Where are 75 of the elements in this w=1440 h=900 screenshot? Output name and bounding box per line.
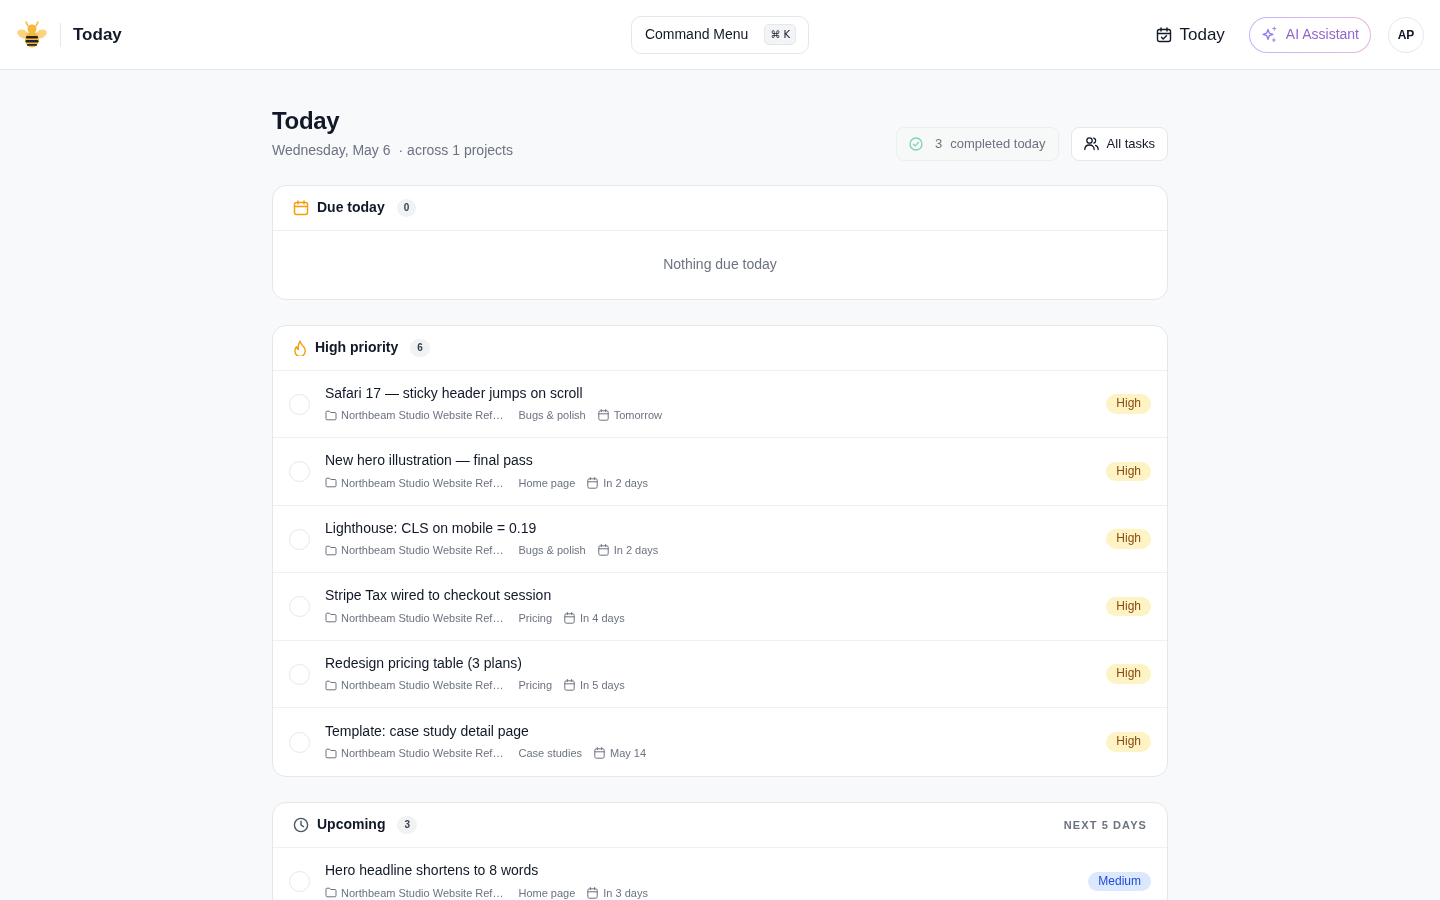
folder-icon <box>325 887 337 899</box>
priority-tag: High <box>1106 461 1151 482</box>
count-badge: 0 <box>396 198 417 217</box>
due-date: In 2 days <box>603 475 648 491</box>
projects-text: · across 1 projects <box>398 140 513 160</box>
project-name: Northbeam Studio Website Ref… <box>341 885 504 900</box>
folder-icon <box>325 409 337 421</box>
task-title[interactable]: Template: case study detail page <box>325 722 647 741</box>
priority-tag: Medium <box>1088 871 1151 892</box>
due-date: Tomorrow <box>613 408 662 424</box>
empty-message: Nothing due today <box>662 255 778 275</box>
date-text: Wednesday, May 6 <box>272 140 391 160</box>
project-name: Northbeam Studio Website Ref… <box>341 408 504 424</box>
section-title: High priority <box>315 338 399 358</box>
shortcut-key: ⌘ K <box>764 24 797 45</box>
priority-tag: High <box>1106 732 1151 752</box>
check-circle-icon <box>908 136 923 151</box>
due-date: In 2 days <box>613 543 659 559</box>
list-name: Bugs & polish <box>518 408 586 424</box>
due-date: In 4 days <box>580 610 625 626</box>
today-button[interactable]: Today <box>1156 21 1225 48</box>
list-name: Bugs & polish <box>518 543 586 559</box>
folder-icon <box>325 747 337 759</box>
calendar-icon <box>587 476 599 489</box>
project-name: Northbeam Studio Website Ref… <box>341 746 504 762</box>
all-tasks-button[interactable]: All tasks <box>1070 126 1168 161</box>
due-date: In 5 days <box>580 678 625 694</box>
task-title[interactable]: Hero headline shortens to 8 words <box>325 862 648 880</box>
project-name: Northbeam Studio Website Ref… <box>341 678 504 694</box>
command-menu-button[interactable]: Command Menu ⌘ K <box>630 15 810 54</box>
priority-tag: High <box>1106 664 1151 684</box>
completed-pill: 3 completed today <box>895 126 1059 161</box>
avatar[interactable]: AP <box>1388 16 1424 53</box>
task-title[interactable]: Stripe Tax wired to checkout session <box>325 587 625 605</box>
list-name: Case studies <box>518 746 583 762</box>
project-name: Northbeam Studio Website Ref… <box>341 475 504 491</box>
users-icon <box>1083 136 1099 152</box>
ai-assistant-button[interactable]: AI Assistant <box>1248 16 1371 53</box>
project-name: Northbeam Studio Website Ref… <box>341 543 504 559</box>
folder-icon <box>325 612 337 624</box>
task-title[interactable]: New hero illustration — final pass <box>325 452 648 470</box>
folder-icon <box>325 477 337 489</box>
calendar-icon <box>564 679 576 692</box>
list-name: Home page <box>518 885 576 900</box>
app-title: Today <box>73 23 122 46</box>
clock-icon <box>293 816 309 833</box>
section-title: Due today <box>317 198 385 218</box>
priority-tag: High <box>1106 394 1151 414</box>
task-title[interactable]: Redesign pricing table (3 plans) <box>325 654 625 673</box>
page-title: Today <box>272 107 341 136</box>
calendar-icon <box>587 886 599 899</box>
calendar-icon <box>597 409 609 422</box>
count-badge: 3 <box>397 815 417 834</box>
task-title[interactable]: Safari 17 — sticky header jumps on scroll <box>325 384 662 403</box>
count-badge: 6 <box>410 338 430 357</box>
due-date: In 3 days <box>603 885 648 900</box>
list-name: Home page <box>518 475 576 491</box>
calendar-icon <box>293 199 309 216</box>
priority-tag: High <box>1106 529 1151 549</box>
flame-icon <box>293 339 307 356</box>
due-date: May 14 <box>610 746 647 762</box>
list-name: Pricing <box>518 678 553 694</box>
list-name: Pricing <box>518 610 553 626</box>
calendar-icon <box>594 747 606 760</box>
task-title[interactable]: Lighthouse: CLS on mobile = 0.19 <box>325 519 659 538</box>
calendar-check-icon <box>1156 26 1173 43</box>
priority-tag: High <box>1106 596 1151 617</box>
sparkle-icon <box>1260 26 1278 43</box>
range-label: NEXT 5 DAYS <box>1063 817 1147 833</box>
calendar-icon <box>564 611 576 624</box>
section-title: Upcoming <box>317 815 386 835</box>
project-name: Northbeam Studio Website Ref… <box>341 610 504 626</box>
folder-icon <box>325 679 337 691</box>
calendar-icon <box>597 544 609 557</box>
folder-icon <box>325 544 337 556</box>
